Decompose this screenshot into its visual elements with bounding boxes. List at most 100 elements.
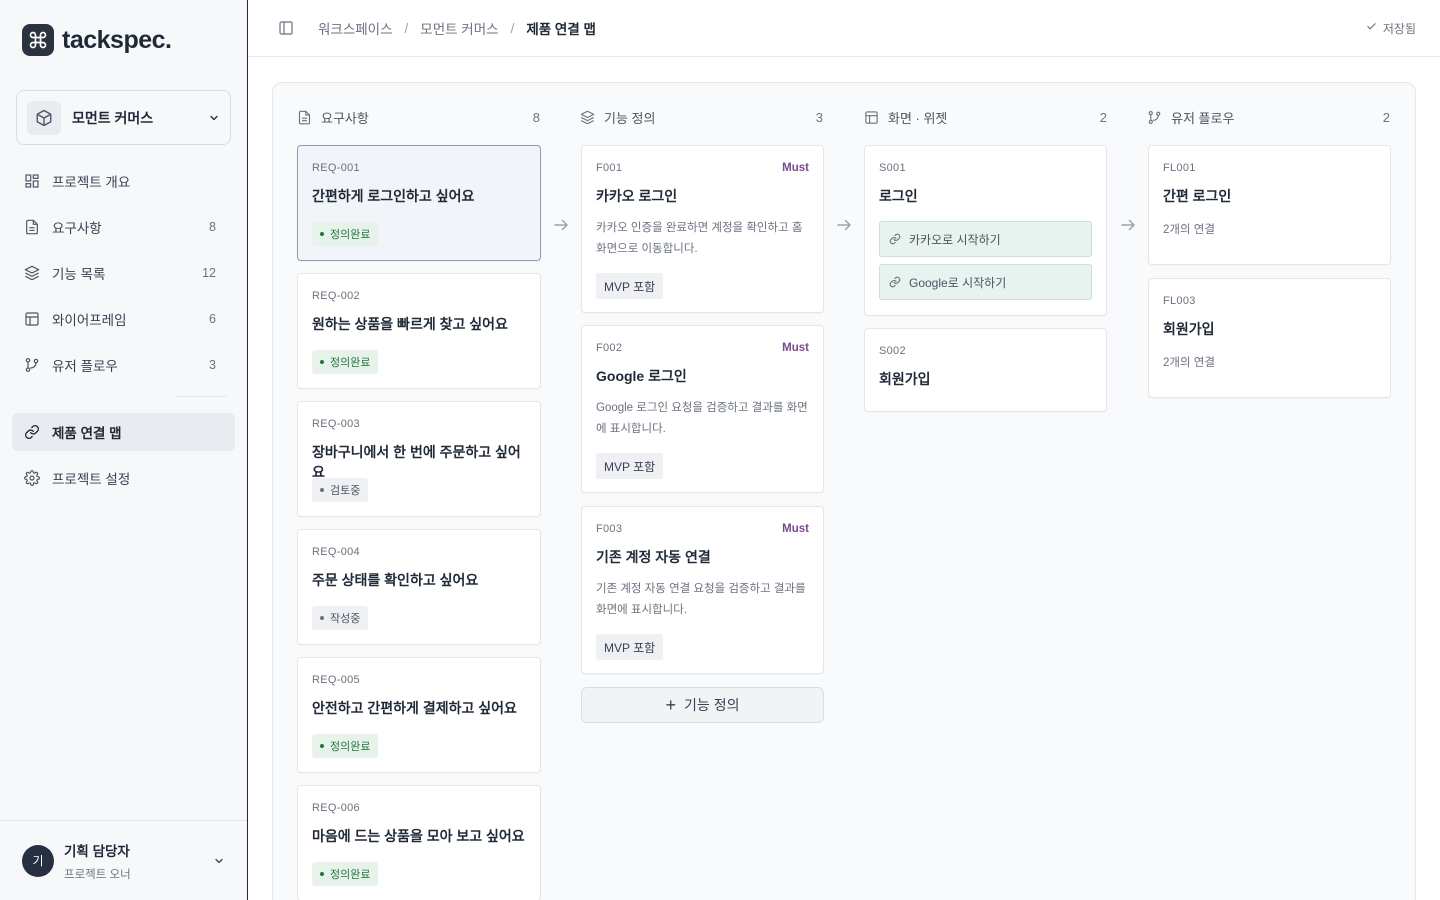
card-id: S001 — [879, 162, 906, 174]
sidebar-item-product-map[interactable]: 제품 연결 맵 — [12, 413, 235, 451]
add-feature-label: 기능 정의 — [684, 697, 740, 713]
sidebar-toggle-icon[interactable] — [278, 20, 294, 36]
sidebar-item-features[interactable]: 기능 목록 12 — [12, 254, 235, 292]
priority-badge: Must — [782, 523, 809, 535]
layers-icon — [23, 264, 41, 282]
column-header-requirements: 요구사항 8 — [297, 107, 540, 127]
link-icon — [889, 232, 903, 246]
sidebar-nav: 프로젝트 개요 요구사항 8 기능 목록 12 와이어프레임 6 유저 플로우 … — [12, 162, 235, 505]
product-map-board: 요구사항 8 기능 정의 3 화면 · 위젯 2 유저 플로우 2 REQ-00… — [272, 82, 1416, 900]
feature-card[interactable]: F001 Must 카카오 로그인 카카오 인증을 완료하면 계정을 확인하고 … — [581, 145, 824, 313]
requirement-card[interactable]: REQ-004 주문 상태를 확인하고 싶어요 작성중 — [297, 529, 541, 645]
sidebar-item-overview[interactable]: 프로젝트 개요 — [12, 162, 235, 200]
card-title: 간편하게 로그인하고 싶어요 — [312, 188, 475, 204]
brand-logo[interactable]: tackspec. — [22, 24, 172, 56]
sidebar-item-label: 요구사항 — [52, 221, 102, 236]
column-title: 유저 플로우 — [1171, 110, 1235, 126]
status-badge: 작성중 — [312, 606, 369, 630]
widget-label: Google로 시작하기 — [909, 275, 1007, 290]
status-badge-label: 정의완료 — [330, 229, 371, 241]
sidebar-item-count: 12 — [202, 266, 216, 280]
screen-card[interactable]: S002 회원가입 — [864, 328, 1107, 412]
card-id: FL001 — [1163, 162, 1196, 174]
card-title: 원하는 상품을 빠르게 찾고 싶어요 — [312, 316, 508, 332]
widget-label: 카카오로 시작하기 — [909, 232, 1001, 247]
layout-icon — [23, 310, 41, 328]
save-status-text: 저장됨 — [1382, 21, 1416, 36]
breadcrumb-workspace[interactable]: 워크스페이스 — [318, 18, 393, 38]
requirement-card[interactable]: REQ-001 간편하게 로그인하고 싶어요 정의완료 — [297, 145, 541, 261]
feature-card[interactable]: F003 Must 기존 계정 자동 연결 기존 계정 자동 연결 요청을 검증… — [581, 506, 824, 674]
card-id: REQ-004 — [312, 546, 360, 558]
status-dot — [320, 872, 324, 876]
card-title: 주문 상태를 확인하고 싶어요 — [312, 572, 479, 588]
sidebar-item-label: 기능 목록 — [52, 267, 106, 282]
status-badge: 정의완료 — [312, 222, 379, 246]
sidebar-item-requirements[interactable]: 요구사항 8 — [12, 208, 235, 246]
flow-card[interactable]: FL003 회원가입 2개의 연결 — [1148, 278, 1391, 398]
card-title: 장바구니에서 한 번에 주문하고 싶어요 — [312, 444, 521, 480]
sidebar-item-count: 3 — [209, 358, 216, 372]
feature-card[interactable]: F002 Must Google 로그인 Google 로그인 요청을 검증하고… — [581, 325, 824, 493]
mvp-tag: MVP 포함 — [596, 453, 664, 479]
card-title: 카카오 로그인 — [596, 188, 678, 204]
status-badge: 정의완료 — [312, 734, 379, 758]
user-info: 기획 담당자 프로젝트 오너 — [64, 840, 213, 882]
card-title: 로그인 — [879, 188, 918, 204]
breadcrumb-separator: / — [404, 20, 409, 36]
git-branch-icon — [1147, 109, 1163, 125]
priority-badge: Must — [782, 342, 809, 354]
add-feature-button[interactable]: + 기능 정의 — [581, 687, 824, 723]
user-menu[interactable]: 기 기획 담당자 프로젝트 오너 — [0, 820, 247, 900]
gear-icon — [23, 469, 41, 487]
status-dot — [320, 488, 324, 492]
arrow-right-icon — [1119, 216, 1137, 234]
status-badge-label: 작성중 — [330, 613, 361, 625]
layout-icon — [864, 109, 880, 125]
column-title: 화면 · 위젯 — [888, 110, 948, 126]
breadcrumb-project[interactable]: 모먼트 커머스 — [420, 18, 498, 38]
card-description: 기존 계정 자동 연결 요청을 검증하고 결과를 화면에 표시합니다. — [596, 583, 806, 616]
chevron-down-icon — [213, 855, 225, 867]
sidebar-item-label: 제품 연결 맵 — [52, 426, 122, 441]
project-name: 모먼트 커머스 — [72, 109, 154, 126]
sidebar: tackspec. 모먼트 커머스 프로젝트 개요 요구사항 8 기능 목록 1… — [0, 0, 248, 900]
breadcrumb-separator: / — [510, 20, 515, 36]
plus-icon: + — [665, 694, 677, 715]
column-header-features: 기능 정의 3 — [580, 107, 823, 127]
link-icon — [889, 275, 903, 289]
sidebar-item-count: 6 — [209, 312, 216, 326]
card-title: 기존 계정 자동 연결 — [596, 549, 711, 565]
card-title: 간편 로그인 — [1163, 188, 1232, 204]
requirement-card[interactable]: REQ-003 장바구니에서 한 번에 주문하고 싶어요 검토중 — [297, 401, 541, 517]
avatar: 기 — [22, 844, 54, 877]
requirement-card[interactable]: REQ-006 마음에 드는 상품을 모아 보고 싶어요 정의완료 — [297, 785, 541, 900]
sidebar-item-label: 와이어프레임 — [52, 313, 127, 328]
column-title: 요구사항 — [321, 110, 369, 126]
requirement-card[interactable]: REQ-002 원하는 상품을 빠르게 찾고 싶어요 정의완료 — [297, 273, 541, 389]
card-title: 안전하고 간편하게 결제하고 싶어요 — [312, 700, 517, 716]
widget-link[interactable]: Google로 시작하기 — [879, 264, 1092, 300]
status-badge: 정의완료 — [312, 862, 379, 886]
sidebar-item-wireframes[interactable]: 와이어프레임 6 — [12, 300, 235, 338]
connection-count: 2개의 연결 — [1163, 224, 1215, 236]
flow-card[interactable]: FL001 간편 로그인 2개의 연결 — [1148, 145, 1391, 265]
brand-name: tackspec. — [62, 25, 172, 54]
status-dot — [320, 360, 324, 364]
screen-card[interactable]: S001 로그인 카카오로 시작하기 Google로 시작하기 — [864, 145, 1107, 316]
requirement-card[interactable]: REQ-005 안전하고 간편하게 결제하고 싶어요 정의완료 — [297, 657, 541, 773]
mvp-tag: MVP 포함 — [596, 273, 664, 299]
sidebar-item-label: 프로젝트 설정 — [52, 472, 131, 487]
sidebar-item-count: 8 — [209, 220, 216, 234]
sidebar-item-label: 프로젝트 개요 — [52, 175, 131, 190]
sidebar-item-settings[interactable]: 프로젝트 설정 — [12, 459, 235, 497]
column-count: 2 — [1382, 109, 1390, 125]
document-icon — [23, 218, 41, 236]
project-switcher[interactable]: 모먼트 커머스 — [16, 90, 231, 145]
sidebar-item-user-flow[interactable]: 유저 플로우 3 — [12, 346, 235, 384]
status-badge-label: 정의완료 — [330, 869, 371, 881]
check-icon — [1366, 21, 1377, 35]
card-description: 카카오 인증을 완료하면 계정을 확인하고 홈 화면으로 이동합니다. — [596, 222, 803, 255]
widget-link[interactable]: 카카오로 시작하기 — [879, 221, 1092, 257]
status-badge: 검토중 — [312, 478, 369, 502]
